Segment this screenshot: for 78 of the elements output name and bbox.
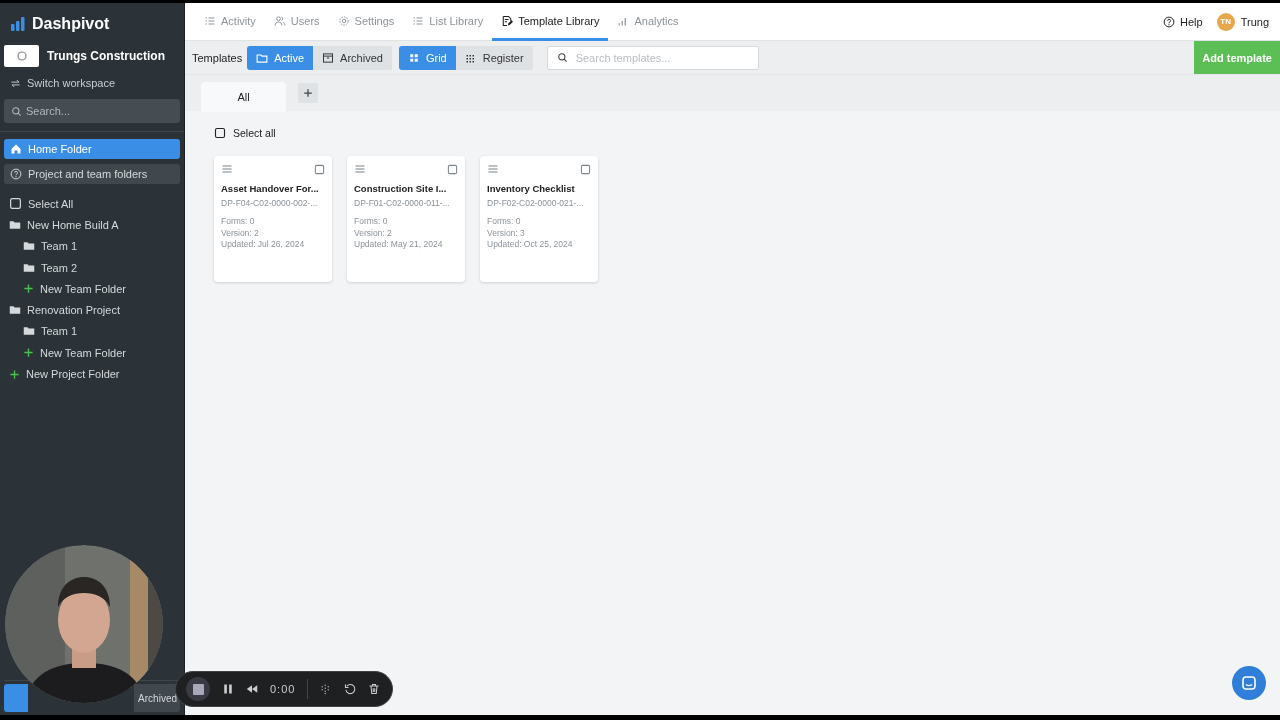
card-code: DP-F04-C02-0000-002-... (221, 198, 319, 208)
recording-timer: 0:00 (270, 683, 296, 695)
folder-tab[interactable]: All (201, 81, 286, 112)
settings-icon (337, 14, 350, 27)
card-meta: Forms: 0 (487, 216, 522, 228)
document-pencil-icon (501, 14, 514, 27)
workspace-logo (4, 45, 39, 67)
select-all-checkbox[interactable]: Select All (0, 193, 184, 215)
card-code: DP-F01-C02-0000-011-... (354, 198, 451, 208)
help-link[interactable]: Help (1155, 3, 1211, 40)
card-meta: Version: 3 (487, 227, 526, 239)
card-meta: Version: 2 (221, 227, 260, 239)
brand-name: Dashpivot (32, 15, 110, 33)
user-avatar: TN (1216, 12, 1235, 31)
help-icon (1163, 15, 1176, 28)
workspace-name: Trungs Construction (47, 49, 165, 63)
rewind-icon[interactable] (246, 683, 258, 695)
card-meta: Updated: May 21, 2024 (354, 239, 444, 251)
folder-item[interactable]: Team 1 (0, 235, 184, 257)
card-title: Inventory Checklist (487, 182, 576, 195)
menu-icon (221, 163, 233, 175)
plus-icon (9, 368, 20, 380)
menu-icon (354, 163, 366, 175)
folder-item[interactable]: New Home Build A (0, 214, 184, 236)
toolbar-label: Templates (192, 51, 243, 64)
archive-icon (322, 51, 335, 64)
home-icon (10, 143, 22, 155)
menu-icon (487, 163, 499, 175)
sidebar-item[interactable]: Project and team folders (4, 164, 180, 184)
add-folder-link[interactable]: New Team Folder (0, 278, 184, 300)
card-meta: Forms: 0 (221, 216, 256, 228)
plus-icon (303, 88, 313, 98)
add-tab-button[interactable] (298, 83, 318, 103)
folder-icon (256, 51, 269, 64)
card-meta: Version: 2 (354, 227, 393, 239)
card-checkbox[interactable] (580, 163, 591, 175)
add-folder-link[interactable]: New Team Folder (0, 342, 184, 364)
trash-icon[interactable] (368, 683, 381, 695)
card-title: Asset Handover For... (221, 182, 320, 195)
switch-workspace-link[interactable]: Switch workspace (0, 71, 184, 95)
card-title: Construction Site I... (354, 182, 448, 195)
search-icon (556, 52, 568, 63)
search-field[interactable]: Search templates... (546, 45, 759, 70)
card-meta: Forms: 0 (354, 216, 389, 228)
folder-icon (23, 261, 35, 274)
restart-icon[interactable] (344, 683, 357, 695)
folder-icon (23, 325, 35, 338)
folder-item[interactable]: Team 1 (0, 320, 184, 343)
folder-icon (23, 240, 35, 253)
stop-icon (192, 683, 204, 695)
swap-arrows-icon (10, 77, 21, 89)
add-folder-link[interactable]: New Project Folder (0, 363, 184, 385)
folder-item[interactable]: Renovation Project (0, 299, 184, 321)
card-checkbox[interactable] (447, 163, 458, 175)
search-field[interactable]: Search... (4, 99, 180, 123)
select-all-checkbox[interactable]: Select all (214, 127, 276, 139)
logo-icon (10, 16, 26, 32)
grid-icon (407, 51, 420, 64)
help-icon (10, 168, 22, 180)
chat-button[interactable] (1232, 666, 1266, 700)
chat-icon (1241, 675, 1257, 691)
search-icon (11, 105, 22, 117)
folder-item[interactable]: Team 2 (0, 256, 184, 279)
card-meta: Updated: Oct 25, 2024 (487, 239, 574, 251)
user-menu[interactable]: TN Trung (1210, 3, 1280, 40)
card-checkbox[interactable] (314, 163, 325, 175)
plus-icon (23, 347, 34, 359)
card-code: DP-F02-C02-0000-021-... (487, 198, 585, 208)
card-meta: Updated: Jul 26, 2024 (221, 239, 306, 251)
archived-button[interactable]: Archived (134, 684, 180, 712)
list-icon (204, 14, 216, 27)
plus-icon (23, 283, 34, 295)
stop-button[interactable] (186, 677, 210, 701)
pause-icon[interactable] (222, 683, 234, 695)
list-icon (412, 14, 425, 27)
folder-icon (9, 218, 21, 231)
users-icon (273, 14, 286, 27)
folder-icon (9, 304, 21, 317)
